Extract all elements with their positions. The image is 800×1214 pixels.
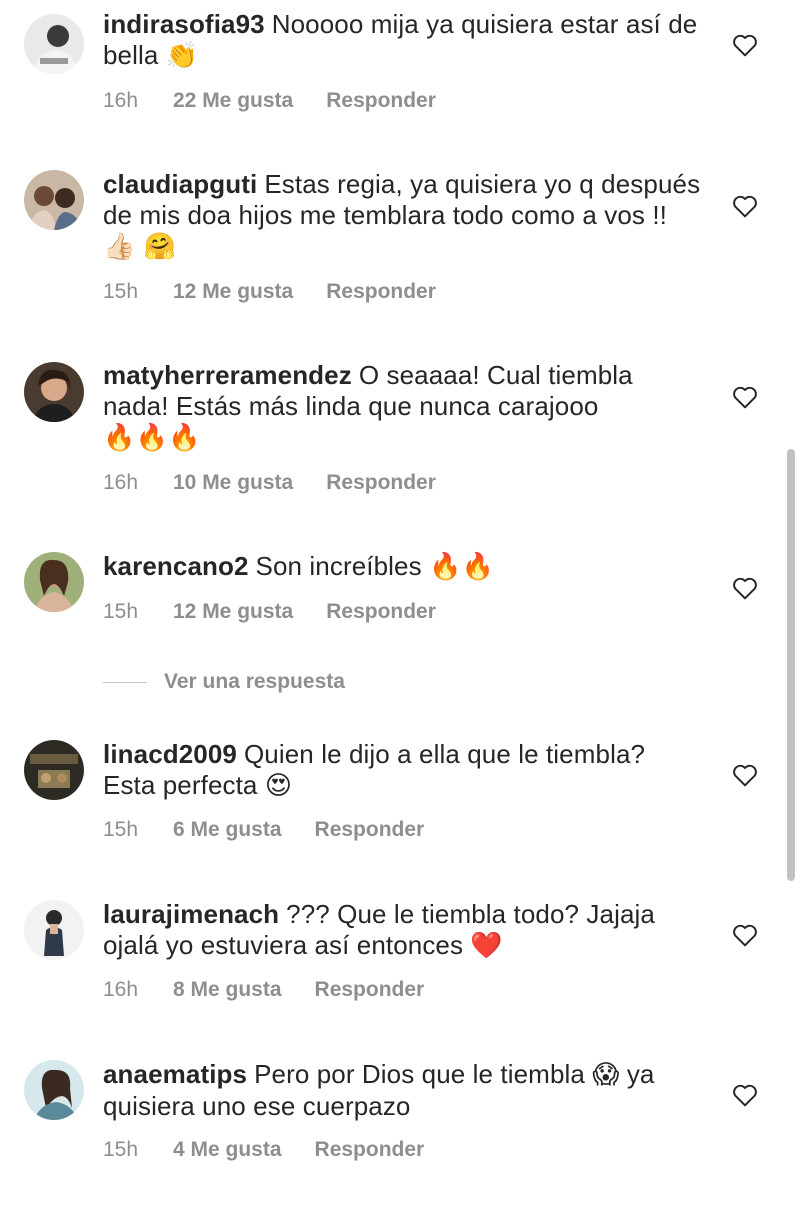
comment-time: 15h — [103, 818, 139, 841]
comment-text: linacd2009 Quien le dijo a ella que le ti… — [103, 739, 703, 802]
comment-likes[interactable]: 22 Me gusta — [173, 89, 293, 113]
comment-likes[interactable]: 8 Me gusta — [173, 978, 282, 1002]
comment-text: anaematips Pero por Dios que le tiembla 😱… — [103, 1059, 703, 1122]
comment-likes[interactable]: 12 Me gusta — [173, 600, 293, 624]
comment-meta: 16h 22 Me gusta Responder — [103, 89, 436, 113]
comment-username[interactable]: anaematips — [103, 1059, 247, 1089]
comment-meta: 16h 8 Me gusta Responder — [103, 978, 424, 1002]
comment-text: matyherreramendez O seaaaa! Cual tiembla … — [103, 360, 703, 454]
comment-username[interactable]: indirasofia93 — [103, 9, 265, 39]
comment-body: Son increíbles — [255, 551, 422, 581]
avatar[interactable] — [24, 362, 84, 422]
comment-time: 16h — [103, 89, 139, 112]
comment-text: karencano2 Son increíbles 🔥🔥 — [103, 551, 703, 583]
avatar[interactable] — [24, 1060, 84, 1120]
divider-line — [103, 681, 147, 683]
scrollbar[interactable] — [787, 449, 795, 881]
comment-username[interactable]: claudiapguti — [103, 169, 257, 199]
clap-emoji: 👏 — [165, 41, 199, 71]
heart-outline-icon[interactable] — [732, 1083, 758, 1107]
comment-body: Pero por Dios que le tiembla — [254, 1059, 585, 1089]
reply-button[interactable]: Responder — [326, 89, 436, 113]
heart-outline-icon[interactable] — [732, 576, 758, 600]
comment-likes[interactable]: 4 Me gusta — [173, 1138, 282, 1162]
comment-meta: 15h 12 Me gusta Responder — [103, 280, 436, 304]
comment-username[interactable]: linacd2009 — [103, 739, 237, 769]
comment-likes[interactable]: 6 Me gusta — [173, 818, 282, 842]
comment-likes[interactable]: 10 Me gusta — [173, 471, 293, 495]
fire-emoji: 🔥🔥🔥 — [103, 423, 201, 453]
thumbs-hug-emoji: 👍🏻 🤗 — [103, 232, 177, 262]
avatar[interactable] — [24, 740, 84, 800]
comment-time: 16h — [103, 471, 139, 494]
heart-outline-icon[interactable] — [732, 763, 758, 787]
comment-meta: 15h 12 Me gusta Responder — [103, 600, 436, 624]
comment-meta: 15h 4 Me gusta Responder — [103, 1138, 424, 1162]
heart-outline-icon[interactable] — [732, 923, 758, 947]
heart-outline-icon[interactable] — [732, 33, 758, 57]
scream-emoji: 😱 — [592, 1060, 620, 1090]
comment-username[interactable]: karencano2 — [103, 551, 249, 581]
reply-button[interactable]: Responder — [326, 280, 436, 304]
comment-text: indirasofia93 Nooooo mija ya quisiera est… — [103, 9, 703, 72]
reply-button[interactable]: Responder — [315, 978, 425, 1002]
red-heart-emoji: ❤️ — [470, 931, 503, 961]
avatar[interactable] — [24, 14, 84, 74]
reply-button[interactable]: Responder — [315, 1138, 425, 1162]
avatar[interactable] — [24, 552, 84, 612]
fire-emoji: 🔥🔥 — [429, 552, 494, 582]
view-replies-button[interactable]: Ver una respuesta — [103, 669, 345, 695]
comment-time: 15h — [103, 280, 139, 303]
comment-username[interactable]: matyherreramendez — [103, 360, 352, 390]
comment-likes[interactable]: 12 Me gusta — [173, 280, 293, 304]
comment-username[interactable]: laurajimenach — [103, 899, 279, 929]
comment-meta: 16h 10 Me gusta Responder — [103, 471, 436, 495]
comment-meta: 15h 6 Me gusta Responder — [103, 818, 424, 842]
heart-outline-icon[interactable] — [732, 385, 758, 409]
comment-time: 15h — [103, 1138, 139, 1161]
comment-text: laurajimenach??? Que le tiembla todo? Ja… — [103, 899, 703, 962]
comment-text: claudiapguti Estas regia, ya quisiera yo … — [103, 169, 703, 263]
avatar[interactable] — [24, 170, 84, 230]
view-replies-label: Ver una respuesta — [164, 670, 345, 693]
comment-time: 15h — [103, 600, 139, 623]
reply-button[interactable]: Responder — [315, 818, 425, 842]
reply-button[interactable]: Responder — [326, 471, 436, 495]
avatar[interactable] — [24, 900, 84, 960]
heart-outline-icon[interactable] — [732, 194, 758, 218]
heart-eyes-emoji: 😍 — [264, 771, 293, 801]
comment-time: 16h — [103, 978, 139, 1001]
reply-button[interactable]: Responder — [326, 600, 436, 624]
